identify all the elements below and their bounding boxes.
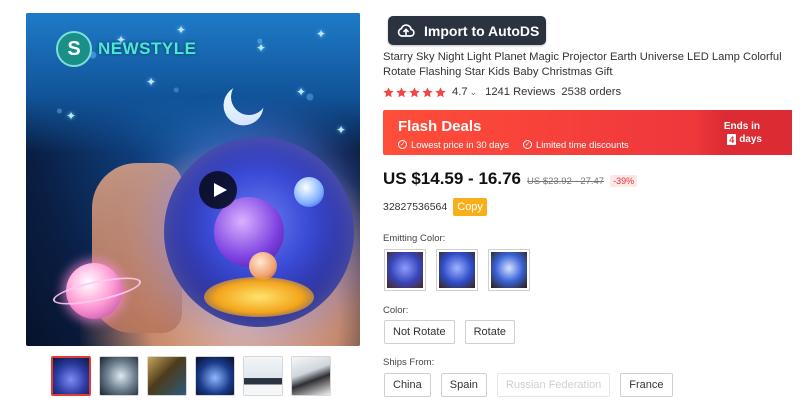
swatch-image	[439, 252, 475, 288]
color-option-not-rotate[interactable]: Not Rotate	[384, 320, 455, 344]
star-decoration: ✦	[66, 109, 77, 123]
thumbnail-image	[292, 357, 330, 395]
color-swatch-3[interactable]	[488, 249, 530, 291]
ships-from-options: China Spain Russian Federation France	[384, 373, 673, 397]
discount-badge: -39%	[610, 175, 638, 187]
flash-deals-title: Flash Deals	[398, 118, 482, 135]
light-glow	[204, 277, 314, 317]
product-id: 32827536564	[383, 201, 448, 213]
thumbnail-image	[100, 357, 138, 395]
benefit-lowest-price: ✓ Lowest price in 30 days	[398, 139, 509, 150]
rating-stars	[383, 86, 446, 98]
thumbnail-3[interactable]	[147, 356, 187, 396]
import-to-autods-button[interactable]: Import to AutoDS	[388, 16, 546, 45]
star-icon	[383, 86, 394, 97]
play-icon	[213, 183, 227, 197]
rating-row: 4.7 ⌄ 1241 Reviews 2538 orders	[383, 86, 621, 98]
brand-name: NEWSTYLE	[98, 39, 197, 58]
copy-button[interactable]: Copy	[453, 198, 487, 216]
orders-count: 2538 orders	[561, 86, 622, 98]
thumbnail-6[interactable]	[291, 356, 331, 396]
check-circle-icon: ✓	[522, 140, 532, 149]
swatch-image	[387, 252, 423, 288]
star-decoration: ✦	[316, 27, 327, 41]
benefit-text: Limited time discounts	[535, 139, 629, 150]
color-options: Not Rotate Rotate	[384, 320, 516, 344]
reviews-count[interactable]: 1241 Reviews	[485, 86, 555, 98]
current-price: US $14.59 - 16.76	[383, 169, 521, 188]
ships-from-label: Ships From:	[383, 357, 435, 368]
days-number: 4	[727, 134, 737, 145]
emitting-color-label: Emitting Color:	[383, 233, 446, 244]
benefit-text: Lowest price in 30 days	[411, 139, 509, 150]
thumbnail-image	[148, 357, 186, 395]
benefit-limited-time: ✓ Limited time discounts	[522, 139, 629, 150]
star-icon	[435, 86, 446, 97]
chevron-down-icon[interactable]: ⌄	[470, 87, 478, 98]
check-circle-icon: ✓	[398, 140, 407, 149]
play-video-button[interactable]	[199, 171, 237, 209]
cloud-upload-icon	[397, 23, 415, 37]
brand-logo-icon: S	[56, 31, 92, 67]
color-swatch-1[interactable]	[384, 249, 426, 291]
thumbnail-image	[196, 357, 234, 395]
brand-watermark: S NEWSTYLE	[56, 31, 196, 67]
flash-deals-benefits: ✓ Lowest price in 30 days ✓ Limited time…	[398, 139, 629, 150]
star-icon	[396, 86, 407, 97]
star-decoration: ✦	[336, 123, 347, 137]
emitting-color-swatches	[384, 249, 530, 291]
thumbnail-image	[53, 358, 89, 394]
thumbnail-4[interactable]	[195, 356, 235, 396]
ships-from-china[interactable]: China	[384, 373, 431, 397]
color-swatch-2[interactable]	[436, 249, 478, 291]
main-product-image[interactable]: ✦ ✦ ✦ ✦ ✦ ✦ ✦ ✦ S NEWSTYLE	[26, 13, 360, 346]
star-icon	[409, 86, 420, 97]
swatch-image	[491, 252, 527, 288]
price-row: US $14.59 - 16.76 US $23.92 - 27.47 -39%	[383, 169, 638, 189]
ends-in-label: Ends in	[723, 121, 760, 132]
flash-deals-banner: Flash Deals ✓ Lowest price in 30 days ✓ …	[383, 110, 792, 155]
countdown-panel	[696, 110, 792, 155]
planet-decoration	[294, 177, 324, 207]
star-decoration: ✦	[256, 41, 267, 55]
days-label: days	[739, 134, 762, 145]
countdown-days: 4 days	[727, 134, 762, 145]
thumbnail-2[interactable]	[99, 356, 139, 396]
product-title: Starry Sky Night Light Planet Magic Proj…	[383, 51, 782, 78]
rating-value: 4.7	[452, 86, 468, 98]
planet-decoration	[249, 252, 277, 280]
thumbnail-1[interactable]	[51, 356, 91, 396]
color-option-rotate[interactable]: Rotate	[464, 320, 516, 344]
ships-from-russian-federation: Russian Federation	[496, 373, 611, 397]
import-button-label: Import to AutoDS	[424, 22, 540, 39]
star-decoration: ✦	[146, 75, 157, 89]
product-id-row: 32827536564 Copy	[383, 198, 487, 216]
thumbnail-image	[244, 357, 282, 395]
star-icon	[422, 86, 433, 97]
ships-from-france[interactable]: France	[620, 373, 673, 397]
star-decoration: ✦	[296, 85, 307, 99]
thumbnail-strip	[51, 356, 331, 396]
original-price: US $23.92 - 27.47	[526, 176, 605, 187]
projector-orb	[164, 137, 354, 327]
color-label: Color:	[383, 305, 409, 316]
thumbnail-5[interactable]	[243, 356, 283, 396]
ships-from-spain[interactable]: Spain	[440, 373, 487, 397]
